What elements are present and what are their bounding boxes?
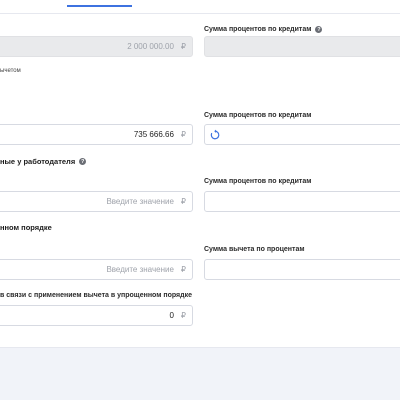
deduction-amount-field[interactable]: 735 666.66 ₽: [0, 124, 193, 145]
refresh-icon[interactable]: [209, 129, 221, 141]
interest-sum-field-1: [204, 36, 400, 57]
tab-divider: [0, 13, 400, 14]
property-cost-field: 2 000 000.00 ₽: [0, 36, 193, 57]
interest-sum-field-2[interactable]: [204, 124, 400, 145]
deduction-form-card: Сумма процентов по кредитам ? 2 000 000.…: [0, 0, 400, 348]
simplified-deduction-placeholder: Введите значение: [106, 265, 174, 274]
employer-deduction-field[interactable]: Введите значение ₽: [0, 191, 193, 212]
interest-sum-label-text-1: Сумма процентов по кредитам: [204, 26, 312, 33]
interest-sum-label-text-3: Сумма процентов по кредитам: [204, 178, 312, 185]
interest-sum-field-3[interactable]: [204, 191, 400, 212]
simplified-refund-label-text: в связи с применением вычета в упрощенно…: [0, 292, 192, 299]
ruble-sign: ₽: [180, 130, 186, 139]
interest-deduction-label: Сумма вычета по процентам: [204, 246, 305, 253]
interest-deduction-label-text: Сумма вычета по процентам: [204, 246, 305, 253]
property-cost-value: 2 000 000.00: [127, 42, 174, 51]
deduction-note: ычетом: [0, 68, 21, 74]
simplified-refund-label: в связи с применением вычета в упрощенно…: [0, 292, 192, 299]
simplified-deduction-field[interactable]: Введите значение ₽: [0, 259, 193, 280]
interest-sum-label-1: Сумма процентов по кредитам ?: [204, 26, 323, 33]
simplified-section-heading-text: нном порядке: [0, 223, 52, 232]
ruble-sign: ₽: [180, 265, 186, 274]
employer-deduction-placeholder: Введите значение: [106, 197, 174, 206]
ruble-sign: ₽: [180, 42, 186, 51]
employer-section-heading: ные у работодателя ?: [0, 157, 87, 166]
interest-sum-label-text-2: Сумма процентов по кредитам: [204, 112, 312, 119]
ruble-sign: ₽: [180, 311, 186, 320]
deduction-amount-value: 735 666.66: [133, 130, 174, 139]
ruble-sign: ₽: [180, 197, 186, 206]
interest-sum-label-3: Сумма процентов по кредитам: [204, 178, 311, 185]
simplified-refund-field[interactable]: 0 ₽: [0, 305, 193, 326]
help-icon[interactable]: ?: [315, 26, 323, 33]
employer-section-heading-text: ные у работодателя: [0, 157, 76, 166]
help-icon[interactable]: ?: [79, 158, 87, 165]
active-tab-indicator: [67, 5, 132, 7]
simplified-refund-value: 0: [169, 311, 174, 320]
interest-sum-label-2: Сумма процентов по кредитам: [204, 112, 311, 119]
interest-deduction-field[interactable]: [204, 259, 400, 280]
simplified-section-heading: нном порядке: [0, 223, 52, 232]
